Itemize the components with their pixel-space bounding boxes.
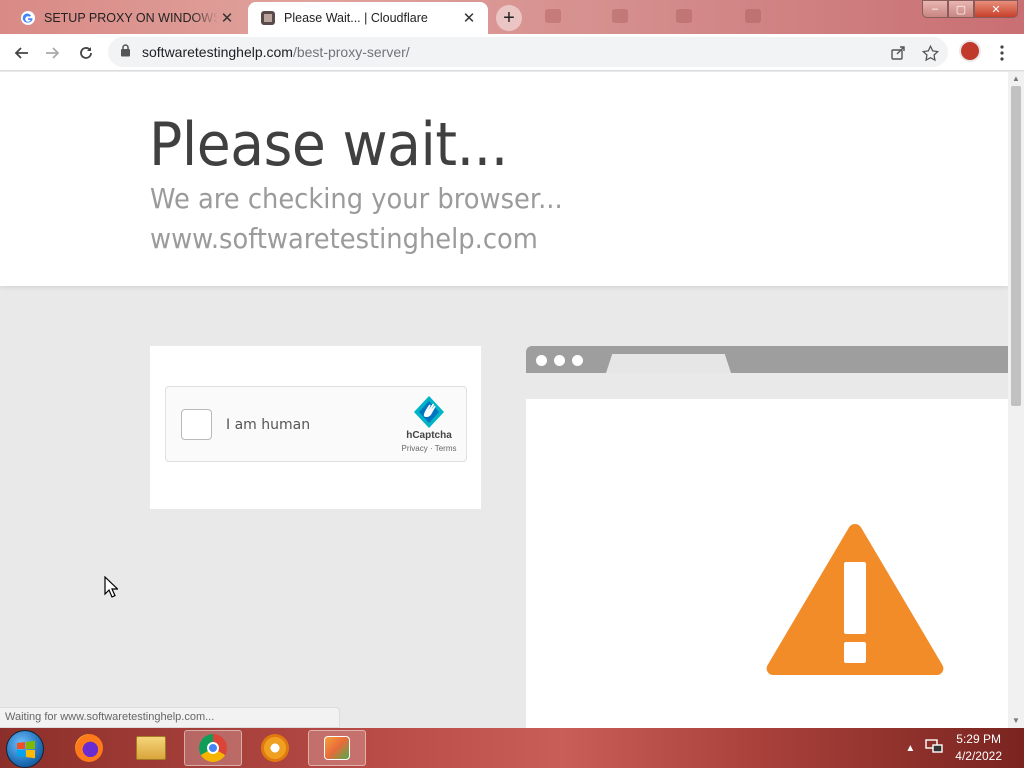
close-tab-icon[interactable]: ✕ — [460, 9, 478, 27]
page-title: Please wait... — [149, 110, 508, 180]
illustration-window-bar — [526, 346, 1008, 373]
windows-taskbar: ▲ 5:29 PM 4/2/2022 — [0, 728, 1024, 768]
app-window-icon — [324, 736, 350, 760]
warning-icon — [764, 518, 946, 680]
google-icon — [20, 10, 36, 26]
hcaptcha-widget: I am human hCaptcha Privacy · Terms — [165, 386, 467, 462]
window-controls: – ▢ ✕ — [922, 0, 1018, 18]
tray-expand-icon[interactable]: ▲ — [905, 743, 915, 754]
share-icon[interactable] — [885, 40, 911, 66]
mouse-cursor-icon — [104, 576, 118, 598]
captcha-card: I am human hCaptcha Privacy · Terms — [150, 346, 481, 509]
header-panel: Please wait... We are checking your brow… — [0, 72, 1008, 286]
background-tab-icon — [676, 9, 692, 23]
vpn-shield-icon — [261, 734, 289, 762]
page-scrollbar[interactable]: ▲ ▼ — [1008, 72, 1024, 728]
address-bar[interactable]: softwaretestinghelp.com/best-proxy-serve… — [108, 37, 948, 67]
lock-icon — [120, 44, 134, 60]
window-dot-icon — [536, 355, 547, 366]
start-button[interactable] — [6, 730, 44, 768]
maximize-button[interactable]: ▢ — [948, 0, 974, 18]
url-host: softwaretestinghelp.com — [142, 44, 293, 60]
scroll-thumb[interactable] — [1011, 86, 1021, 406]
minimize-button[interactable]: – — [922, 0, 948, 18]
page-subtitle: We are checking your browser... — [150, 182, 563, 215]
taskbar-clock[interactable]: 5:29 PM 4/2/2022 — [955, 731, 1002, 765]
browser-titlebar: SETUP PROXY ON WINDOWS - C ✕ Please Wait… — [0, 0, 1024, 34]
tab-setup-proxy[interactable]: SETUP PROXY ON WINDOWS - C ✕ — [8, 2, 246, 34]
window-dot-icon — [554, 355, 565, 366]
hcaptcha-logo-icon — [412, 395, 446, 429]
taskbar-chrome[interactable] — [184, 730, 242, 766]
background-tab-icon — [745, 9, 761, 23]
hcaptcha-links[interactable]: Privacy · Terms — [392, 444, 466, 453]
menu-dots-icon[interactable] — [989, 40, 1015, 66]
back-arrow-icon[interactable] — [8, 40, 34, 66]
folder-icon — [136, 736, 166, 760]
scroll-up-icon[interactable]: ▲ — [1008, 72, 1024, 86]
browser-toolbar: softwaretestinghelp.com/best-proxy-serve… — [0, 34, 1024, 71]
taskbar-vpn-app[interactable] — [246, 730, 304, 766]
page-content: Please wait... We are checking your brow… — [0, 72, 1008, 728]
tab-title: Please Wait... | Cloudflare — [284, 11, 428, 25]
hcaptcha-brand: hCaptcha — [406, 430, 452, 441]
scroll-down-icon[interactable]: ▼ — [1008, 714, 1024, 728]
close-window-button[interactable]: ✕ — [974, 0, 1018, 18]
profile-avatar[interactable] — [959, 40, 981, 62]
chrome-icon — [199, 734, 227, 762]
window-dot-icon — [572, 355, 583, 366]
forward-arrow-icon[interactable] — [40, 40, 66, 66]
taskbar-file-explorer[interactable] — [122, 730, 180, 766]
background-tab-icon — [545, 9, 561, 23]
network-icon[interactable] — [925, 738, 943, 758]
bookmark-star-icon[interactable] — [917, 40, 943, 66]
browser-illustration — [526, 346, 1008, 728]
checkbox-label: I am human — [226, 417, 311, 433]
taskbar-firefox[interactable] — [60, 730, 118, 766]
domain-text: www.softwaretestinghelp.com — [150, 222, 538, 255]
reload-icon[interactable] — [73, 40, 99, 66]
clock-time: 5:29 PM — [956, 732, 1001, 746]
background-tab-icon — [612, 9, 628, 23]
new-tab-button[interactable]: + — [496, 5, 522, 31]
taskbar-app-window[interactable] — [308, 730, 366, 766]
tab-cloudflare[interactable]: Please Wait... | Cloudflare ✕ — [248, 2, 488, 34]
url-path: /best-proxy-server/ — [292, 44, 410, 60]
firefox-icon — [75, 734, 103, 762]
tab-title: SETUP PROXY ON WINDOWS - C — [44, 11, 218, 25]
cloudflare-favicon-icon — [260, 10, 276, 26]
illustration-tab — [606, 354, 731, 373]
clock-date: 4/2/2022 — [955, 749, 1002, 763]
system-tray: ▲ 5:29 PM 4/2/2022 — [905, 728, 1024, 768]
human-checkbox[interactable] — [181, 409, 212, 440]
close-tab-icon[interactable]: ✕ — [218, 9, 236, 27]
status-bar: Waiting for www.softwaretestinghelp.com.… — [0, 707, 340, 728]
